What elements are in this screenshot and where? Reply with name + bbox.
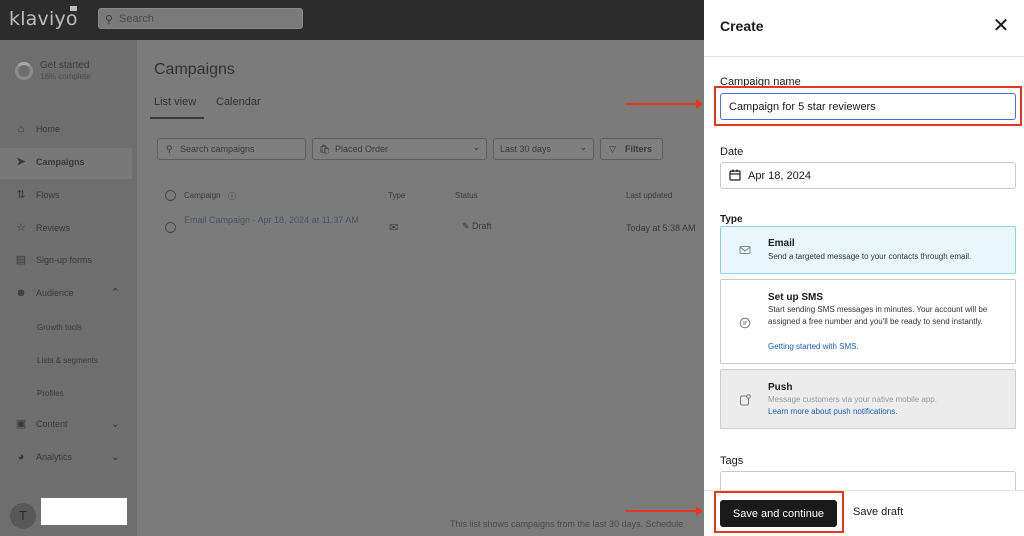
campaign-search-input[interactable]: ⚲ Search campaigns bbox=[157, 138, 306, 160]
active-tab-indicator bbox=[150, 117, 204, 119]
email-icon bbox=[739, 246, 751, 254]
type-title: Set up SMS bbox=[768, 292, 824, 303]
push-notification-icon bbox=[740, 394, 751, 406]
info-icon: ⓘ bbox=[228, 192, 236, 201]
analytics-icon: ◕ bbox=[17, 451, 25, 463]
sms-help-link[interactable]: Getting started with SMS. bbox=[768, 342, 859, 351]
search-icon: ⚲ bbox=[166, 144, 173, 154]
sidebar-subitem-lists-segments[interactable]: Lists & segments bbox=[37, 356, 98, 365]
campaigns-page: Campaigns List view Calendar ⚲ Search ca… bbox=[137, 40, 704, 536]
arrow-right-icon bbox=[626, 99, 703, 109]
highlight-box-campaign-name bbox=[714, 86, 1022, 126]
campaigns-icon: ➤ bbox=[16, 156, 26, 168]
column-header-type[interactable]: Type bbox=[388, 191, 405, 200]
chevron-up-icon: ⌃ bbox=[110, 287, 120, 299]
sidebar-item-campaigns[interactable]: ➤ Campaigns bbox=[0, 148, 132, 179]
get-started-progress: 18% complete bbox=[40, 72, 91, 81]
sidebar-item-content[interactable]: ▣ Content ⌄ bbox=[0, 410, 132, 441]
highlight-box-save-button bbox=[714, 491, 844, 533]
chevron-down-icon: ⌄ bbox=[110, 418, 120, 430]
sidebar-item-home[interactable]: ⌂ Home bbox=[0, 115, 132, 146]
status-badge: ✎ Draft bbox=[462, 221, 492, 231]
column-header-campaign[interactable]: Campaign bbox=[184, 191, 220, 200]
column-header-status[interactable]: Status bbox=[455, 191, 478, 200]
home-icon: ⌂ bbox=[17, 123, 25, 135]
avatar[interactable]: T bbox=[10, 503, 36, 529]
form-icon: ▤ bbox=[15, 254, 27, 266]
sms-bubble-icon bbox=[739, 317, 751, 329]
sidebar-item-audience[interactable]: ☻ Audience ⌃ bbox=[0, 279, 132, 310]
calendar-icon bbox=[729, 169, 741, 181]
close-icon[interactable]: ✕ bbox=[990, 15, 1012, 37]
select-all-checkbox[interactable] bbox=[165, 190, 176, 201]
audience-icon: ☻ bbox=[15, 287, 27, 299]
list-footer-note: This list shows campaigns from the last … bbox=[450, 519, 684, 529]
filters-button[interactable]: ▽ Filters bbox=[600, 138, 663, 160]
get-started-title[interactable]: Get started bbox=[40, 60, 89, 71]
last-updated-value: Today at 5:38 AM bbox=[626, 223, 696, 233]
arrow-right-icon bbox=[626, 506, 703, 516]
logo-flag-icon bbox=[70, 6, 77, 11]
sidebar-subitem-profiles[interactable]: Profiles bbox=[37, 389, 64, 398]
type-title: Push bbox=[768, 382, 793, 393]
type-description: Message customers via your native mobile… bbox=[768, 395, 937, 404]
date-value: Apr 18, 2024 bbox=[748, 170, 811, 182]
push-help-link[interactable]: Learn more about push notifications. bbox=[768, 407, 897, 416]
chevron-down-icon: ⌄ bbox=[472, 142, 480, 152]
klaviyo-logo: klaviyo bbox=[9, 8, 78, 30]
save-draft-button[interactable]: Save draft bbox=[853, 506, 903, 518]
column-header-last-updated[interactable]: Last updated bbox=[626, 191, 672, 200]
divider bbox=[704, 56, 1024, 57]
sidebar-item-signup-forms[interactable]: ▤ Sign-up forms bbox=[0, 246, 132, 277]
tab-list-view[interactable]: List view bbox=[154, 96, 196, 108]
tab-calendar[interactable]: Calendar bbox=[216, 96, 261, 108]
create-campaign-panel: Create ✕ Campaign name Date Apr 18, 2024… bbox=[704, 0, 1024, 536]
type-description: Send a targeted message to your contacts… bbox=[768, 252, 972, 261]
page-title: Campaigns bbox=[154, 61, 235, 78]
user-name-redacted bbox=[41, 498, 127, 525]
shopify-bag-icon: 🛍 bbox=[319, 144, 331, 154]
search-icon: ⚲ bbox=[105, 14, 114, 26]
global-search-input[interactable]: ⚲ Search bbox=[98, 8, 303, 29]
flows-icon: ⇅ bbox=[16, 189, 26, 201]
star-icon: ☆ bbox=[16, 222, 26, 234]
tags-label: Tags bbox=[720, 455, 744, 467]
metric-select[interactable]: 🛍 Placed Order ⌄ bbox=[312, 138, 487, 160]
type-title: Email bbox=[768, 238, 795, 249]
chevron-down-icon: ⌄ bbox=[579, 142, 587, 152]
chevron-down-icon: ⌄ bbox=[110, 451, 120, 463]
row-checkbox[interactable] bbox=[165, 222, 176, 233]
date-picker[interactable]: Apr 18, 2024 bbox=[720, 162, 1016, 189]
sidebar-item-flows[interactable]: ⇅ Flows bbox=[0, 181, 132, 212]
progress-ring-icon bbox=[15, 62, 33, 80]
sidebar-item-analytics[interactable]: ◕ Analytics ⌄ bbox=[0, 443, 132, 474]
sidebar: Get started 18% complete ⌂ Home ➤ Campai… bbox=[0, 40, 137, 536]
date-range-select[interactable]: Last 30 days ⌄ bbox=[493, 138, 594, 160]
type-option-email[interactable]: Email Send a targeted message to your co… bbox=[720, 226, 1016, 274]
type-description: Start sending SMS messages in minutes. Y… bbox=[768, 305, 988, 326]
content-icon: ▣ bbox=[15, 418, 27, 430]
panel-title: Create bbox=[720, 18, 764, 34]
sidebar-item-reviews[interactable]: ☆ Reviews bbox=[0, 214, 132, 245]
top-bar: klaviyo ⚲ Search bbox=[0, 0, 704, 40]
email-icon: ✉ bbox=[389, 222, 399, 234]
type-label: Type bbox=[720, 214, 743, 225]
type-option-sms[interactable]: Set up SMS Start sending SMS messages in… bbox=[720, 279, 1016, 364]
type-option-push: Push Message customers via your native m… bbox=[720, 369, 1016, 429]
campaign-link[interactable]: Email Campaign - Apr 18, 2024 at 11:37 A… bbox=[184, 214, 374, 227]
search-placeholder: Search bbox=[119, 13, 154, 25]
sidebar-subitem-growth-tools[interactable]: Growth tools bbox=[37, 323, 82, 332]
filter-icon: ▽ bbox=[609, 144, 616, 154]
date-label: Date bbox=[720, 146, 744, 158]
